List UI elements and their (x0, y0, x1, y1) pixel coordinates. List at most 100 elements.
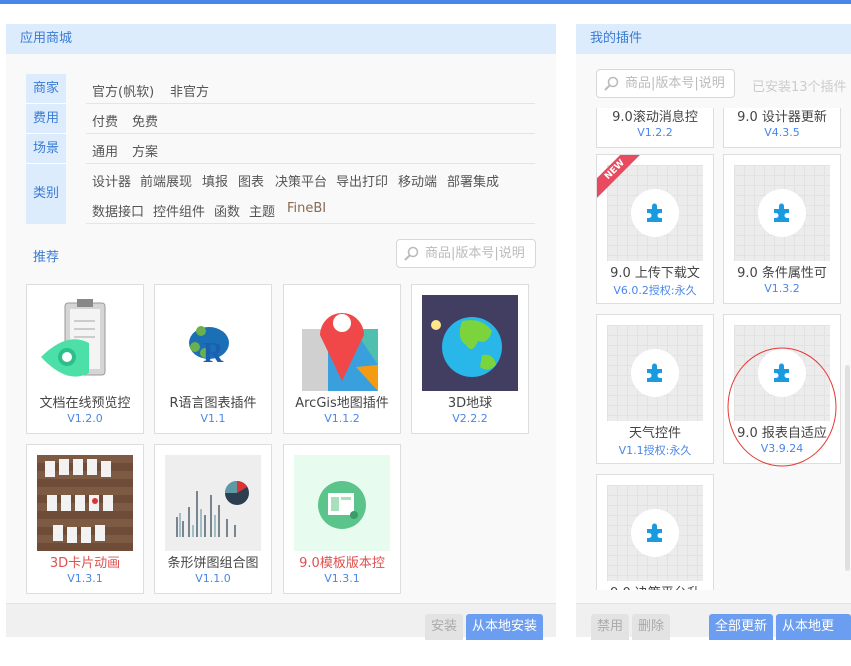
filter-row-fee: 付费 免费 (86, 104, 535, 134)
installed-plugin-card[interactable]: 9.0 设计器更新 V4.3.5 (723, 108, 841, 148)
puzzle-icon (647, 363, 662, 382)
plugin-card[interactable]: 9.0模板版本控 V1.3.1 (283, 444, 401, 594)
filter-tab-fee[interactable]: 费用 (26, 104, 66, 134)
plugin-name: 9.0滚动消息控 (612, 110, 698, 125)
app-store-panel: 应用商城 商家 费用 场景 类别 官方(帆软) 非官方 付费 免费 通用 方案 … (6, 24, 556, 640)
plugin-version: V4.3.5 (764, 126, 800, 139)
filter-row-vendor: 官方(帆软) 非官方 (86, 74, 535, 104)
filter-option[interactable]: 函数 (214, 201, 240, 220)
filter-option[interactable]: 方案 (132, 141, 158, 160)
clipboard-eye-icon (37, 295, 133, 391)
filter-option[interactable]: 移动端 (398, 171, 437, 190)
scrollbar[interactable] (845, 365, 850, 571)
r-logo-icon: R (165, 295, 261, 391)
plugin-card[interactable]: 3D卡片动画 V1.3.1 (26, 444, 144, 594)
svg-text:R: R (203, 338, 224, 369)
top-bar (0, 0, 851, 4)
local-update-button[interactable]: 从本地更新 (776, 614, 851, 660)
plugin-name: 9.0 设计器更新 (737, 110, 827, 125)
search-placeholder: 商品|版本号|说明 (625, 76, 725, 91)
filter-tab-category[interactable]: 类别 (26, 164, 66, 224)
filter-tab-scene[interactable]: 场景 (26, 134, 66, 164)
map-pin-icon (294, 295, 390, 391)
store-search-input[interactable]: 商品|版本号|说明 (396, 239, 536, 268)
plugin-name: 9.0模板版本控 (299, 556, 385, 571)
plugin-version: V1.2.2 (637, 126, 673, 139)
puzzle-icon (647, 523, 662, 542)
plugin-card[interactable]: R R语言图表插件 V1.1 (154, 284, 272, 434)
plugin-placeholder-image (607, 485, 703, 581)
install-button[interactable]: 安装 (425, 614, 464, 640)
plugin-version: V1.2.0 (67, 412, 103, 425)
installed-count: 已安装13个插件 (752, 80, 847, 95)
plugin-name: 9.0 决策平台升 (597, 582, 713, 590)
panel-title: 我的插件 (576, 24, 851, 54)
filter-option[interactable]: 前端展现 (140, 171, 192, 190)
plugin-name: 条形饼图组合图 (167, 556, 259, 571)
plugin-name: 9.0 条件属性可 (737, 266, 827, 281)
plugin-name: ArcGis地图插件 (295, 396, 389, 411)
filter-option[interactable]: 决策平台 (275, 171, 327, 190)
filter-option[interactable]: 填报 (202, 171, 228, 190)
filter-option[interactable]: 非官方 (170, 81, 209, 100)
plugin-placeholder-image (607, 325, 703, 421)
recommend-label: 推荐 (33, 250, 60, 265)
my-plugins-footer: 禁用 删除 全部更新 从本地更新 (576, 603, 851, 660)
plugin-card[interactable]: 文档在线预览控 V1.2.0 (26, 284, 144, 434)
installed-plugin-card[interactable]: 9.0 上传下载文 V6.0.2授权:永久 NEW (596, 154, 714, 304)
plugin-version: V1.3.1 (67, 572, 103, 585)
filter-row-scene: 通用 方案 (86, 134, 535, 164)
update-all-button[interactable]: 全部更新 (709, 614, 774, 640)
filter-option[interactable]: 图表 (238, 171, 264, 190)
filter-option[interactable]: 部署集成 (447, 171, 499, 190)
search-icon (604, 76, 619, 91)
filter-row-category: 设计器 前端展现 填报 图表 决策平台 导出打印 移动端 部署集成 数据接口 控… (86, 164, 535, 224)
globe-icon (422, 295, 518, 391)
plugin-name: 3D卡片动画 (49, 556, 121, 571)
local-install-button[interactable]: 从本地安装 (466, 614, 544, 640)
my-plugins-panel: 我的插件 商品|版本号|说明 已安装13个插件 9.0滚动消息控 V1.2.2 9.… (576, 24, 851, 660)
filter-option[interactable]: 控件组件 (153, 201, 205, 220)
installed-plugin-card[interactable]: 天气控件 V1.1授权:永久 (596, 314, 714, 464)
plugin-name: 天气控件 (628, 426, 681, 441)
plugin-card[interactable]: ArcGis地图插件 V1.1.2 (283, 284, 401, 434)
template-icon (294, 455, 390, 551)
plugin-card[interactable]: 条形饼图组合图 V1.1.0 (154, 444, 272, 594)
filter-option[interactable]: 主题 (249, 201, 275, 220)
search-icon (404, 246, 419, 261)
filter-tab-vendor[interactable]: 商家 (26, 74, 66, 104)
plugin-version: V1.3.2 (764, 282, 800, 295)
filter-option[interactable]: 数据接口 (92, 201, 144, 220)
plugin-name: R语言图表插件 (169, 396, 257, 411)
filter-option[interactable]: 免费 (132, 111, 158, 130)
delete-button[interactable]: 删除 (632, 614, 671, 640)
plugin-version: V1.1 (200, 412, 226, 425)
plugin-version: V2.2.2 (452, 412, 488, 425)
disable-button[interactable]: 禁用 (591, 614, 630, 640)
my-plugins-search-input[interactable]: 商品|版本号|说明 (596, 69, 735, 98)
plugin-version: V1.1.0 (195, 572, 231, 585)
panel-title: 应用商城 (6, 24, 556, 54)
plugin-version: V1.1授权:永久 (618, 444, 692, 457)
filter-option[interactable]: 官方(帆软) (92, 81, 154, 100)
search-placeholder: 商品|版本号|说明 (425, 246, 525, 261)
filter-option[interactable]: 导出打印 (336, 171, 388, 190)
filter-tabs: 商家 费用 场景 类别 (26, 74, 66, 224)
filter-option[interactable]: 付费 (92, 111, 118, 130)
plugin-placeholder-image (607, 165, 703, 261)
puzzle-icon (774, 203, 789, 222)
filter-option[interactable]: 设计器 (92, 171, 131, 190)
plugin-name: 文档在线预览控 (39, 396, 131, 411)
filter-option[interactable]: FineBI (287, 201, 326, 216)
installed-plugin-card[interactable]: 9.0 决策平台升 (596, 474, 714, 590)
plugin-name: 9.0 上传下载文 (610, 266, 700, 281)
card-animation-icon (37, 455, 133, 551)
installed-plugin-card[interactable]: 9.0滚动消息控 V1.2.2 (596, 108, 714, 148)
installed-plugin-card[interactable]: 9.0 条件属性可 V1.3.2 (723, 154, 841, 304)
bar-pie-chart-icon (165, 455, 261, 551)
plugin-version: V1.1.2 (324, 412, 360, 425)
puzzle-icon (647, 203, 662, 222)
plugin-version: V6.0.2授权:永久 (613, 284, 697, 297)
plugin-card[interactable]: 3D地球 V2.2.2 (411, 284, 529, 434)
filter-option[interactable]: 通用 (92, 141, 118, 160)
